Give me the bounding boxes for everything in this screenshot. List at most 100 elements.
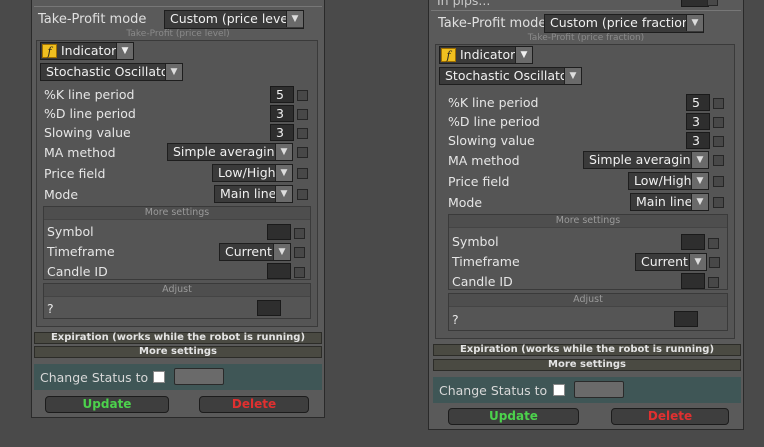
oscillator-dropdown[interactable]: Stochastic Oscillator ▼ (40, 63, 183, 81)
change-status-checkbox[interactable] (553, 384, 565, 396)
symbol-label: Symbol (452, 234, 499, 249)
adjust-question-label: ? (452, 312, 459, 327)
chevron-down-icon: ▼ (686, 15, 703, 31)
slowing-checkbox[interactable] (713, 136, 724, 147)
adjust-box: Adjust ? (43, 283, 311, 319)
candle-id-input[interactable] (267, 263, 291, 279)
d-period-input[interactable]: 3 (686, 113, 710, 130)
mode-dropdown[interactable]: Main line ▼ (214, 185, 293, 203)
left-panel: Take-Profit mode Custom (price level) ▼ … (31, 0, 325, 418)
symbol-input[interactable] (681, 234, 705, 250)
price-field-checkbox[interactable] (713, 176, 724, 187)
price-field-checkbox[interactable] (297, 168, 308, 179)
more-settings-bar[interactable]: More settings (34, 346, 322, 358)
more-settings-bar[interactable]: More settings (433, 359, 741, 371)
change-status-label: Change Status to (40, 370, 149, 385)
candle-id-checkbox[interactable] (294, 267, 305, 278)
ma-method-checkbox[interactable] (297, 147, 308, 158)
price-field-dropdown[interactable]: Low/High ▼ (212, 164, 293, 182)
candle-id-input[interactable] (681, 273, 705, 289)
delete-button[interactable]: Delete (199, 396, 309, 413)
k-period-input[interactable]: 5 (686, 94, 710, 111)
slowing-input[interactable]: 3 (686, 132, 710, 149)
slowing-checkbox[interactable] (297, 128, 308, 139)
d-period-label: %D line period (44, 106, 136, 121)
candle-id-label: Candle ID (452, 274, 513, 289)
price-field-value: Low/High (218, 165, 276, 180)
k-period-checkbox[interactable] (297, 90, 308, 101)
change-status-checkbox[interactable] (153, 371, 165, 383)
timeframe-dropdown[interactable]: Current ▼ (635, 253, 707, 271)
oscillator-value: Stochastic Oscillator (445, 68, 573, 83)
d-period-checkbox[interactable] (713, 117, 724, 128)
separator (431, 10, 741, 11)
change-status-row: Change Status to (433, 377, 741, 403)
k-period-checkbox[interactable] (713, 98, 724, 109)
chevron-down-icon: ▼ (515, 47, 532, 63)
ma-method-checkbox[interactable] (713, 155, 724, 166)
indicator-button[interactable]: f Indicator ▼ (40, 42, 134, 60)
adjust-input[interactable] (257, 300, 281, 316)
adjust-header[interactable]: Adjust (449, 294, 727, 307)
ma-method-dropdown[interactable]: Simple averaging ▼ (583, 151, 709, 169)
chevron-down-icon: ▼ (286, 11, 303, 27)
timeframe-dropdown[interactable]: Current ▼ (219, 243, 291, 261)
indicator-label: Indicator (460, 47, 516, 62)
mode-dropdown[interactable]: Main line ▼ (630, 193, 709, 211)
chevron-down-icon: ▼ (691, 173, 708, 189)
ma-method-label: MA method (44, 145, 116, 160)
tp-mode-label: Take-Profit mode (438, 16, 547, 31)
timeframe-checkbox[interactable] (294, 247, 305, 258)
indicator-label: Indicator (61, 43, 117, 58)
price-field-label: Price field (44, 166, 106, 181)
top-cut-label: In pips... (437, 0, 491, 8)
adjust-question-label: ? (47, 301, 54, 316)
update-button[interactable]: Update (448, 408, 579, 425)
more-settings-header[interactable]: More settings (449, 215, 727, 228)
timeframe-checkbox[interactable] (709, 257, 720, 268)
tp-mode-label: Take-Profit mode (38, 12, 147, 27)
chevron-down-icon: ▼ (691, 194, 708, 210)
function-icon: f (441, 48, 456, 62)
tp-mode-dropdown[interactable]: Custom (price level) ▼ (164, 10, 304, 29)
d-period-input[interactable]: 3 (270, 105, 294, 122)
indicator-box: f Indicator ▼ Stochastic Oscillator ▼ %K… (36, 40, 318, 327)
mode-checkbox[interactable] (297, 189, 308, 200)
tp-mode-dropdown[interactable]: Custom (price fraction) ▼ (544, 14, 704, 33)
d-period-checkbox[interactable] (297, 109, 308, 120)
mode-value: Main line (220, 186, 277, 201)
expiration-bar[interactable]: Expiration (works while the robot is run… (34, 332, 322, 344)
chevron-down-icon: ▼ (564, 68, 581, 84)
tp-sub-label: Take-Profit (price fraction) (527, 33, 645, 43)
update-button[interactable]: Update (45, 396, 169, 413)
chevron-down-icon: ▼ (165, 64, 182, 80)
price-field-dropdown[interactable]: Low/High ▼ (628, 172, 709, 190)
symbol-input[interactable] (267, 224, 291, 240)
d-period-label: %D line period (448, 114, 540, 129)
delete-button[interactable]: Delete (611, 408, 729, 425)
mode-value: Main line (636, 194, 693, 209)
expiration-bar[interactable]: Expiration (works while the robot is run… (433, 344, 741, 356)
candle-id-checkbox[interactable] (708, 277, 719, 288)
right-panel: In pips... Take-Profit mode Custom (pric… (428, 0, 744, 430)
change-status-input[interactable] (174, 368, 224, 385)
adjust-input[interactable] (674, 311, 698, 327)
timeframe-value: Current (225, 244, 272, 259)
mode-checkbox[interactable] (713, 197, 724, 208)
ma-method-dropdown[interactable]: Simple averaging ▼ (167, 143, 293, 161)
k-period-input[interactable]: 5 (270, 86, 294, 103)
tp-sub-label: Take-Profit (price level) (126, 29, 230, 39)
indicator-box: f Indicator ▼ Stochastic Oscillator ▼ %K… (435, 44, 735, 339)
more-settings-header[interactable]: More settings (44, 207, 310, 220)
oscillator-dropdown[interactable]: Stochastic Oscillator ▼ (439, 67, 582, 85)
top-cut-checkbox[interactable] (707, 0, 718, 6)
symbol-checkbox[interactable] (294, 228, 305, 239)
slowing-input[interactable]: 3 (270, 124, 294, 141)
change-status-input[interactable] (574, 381, 624, 398)
adjust-header[interactable]: Adjust (44, 284, 310, 297)
top-cut-input[interactable] (681, 0, 709, 7)
k-period-label: %K line period (448, 95, 539, 110)
mode-label: Mode (448, 195, 483, 210)
indicator-button[interactable]: f Indicator ▼ (439, 46, 533, 64)
symbol-checkbox[interactable] (708, 238, 719, 249)
